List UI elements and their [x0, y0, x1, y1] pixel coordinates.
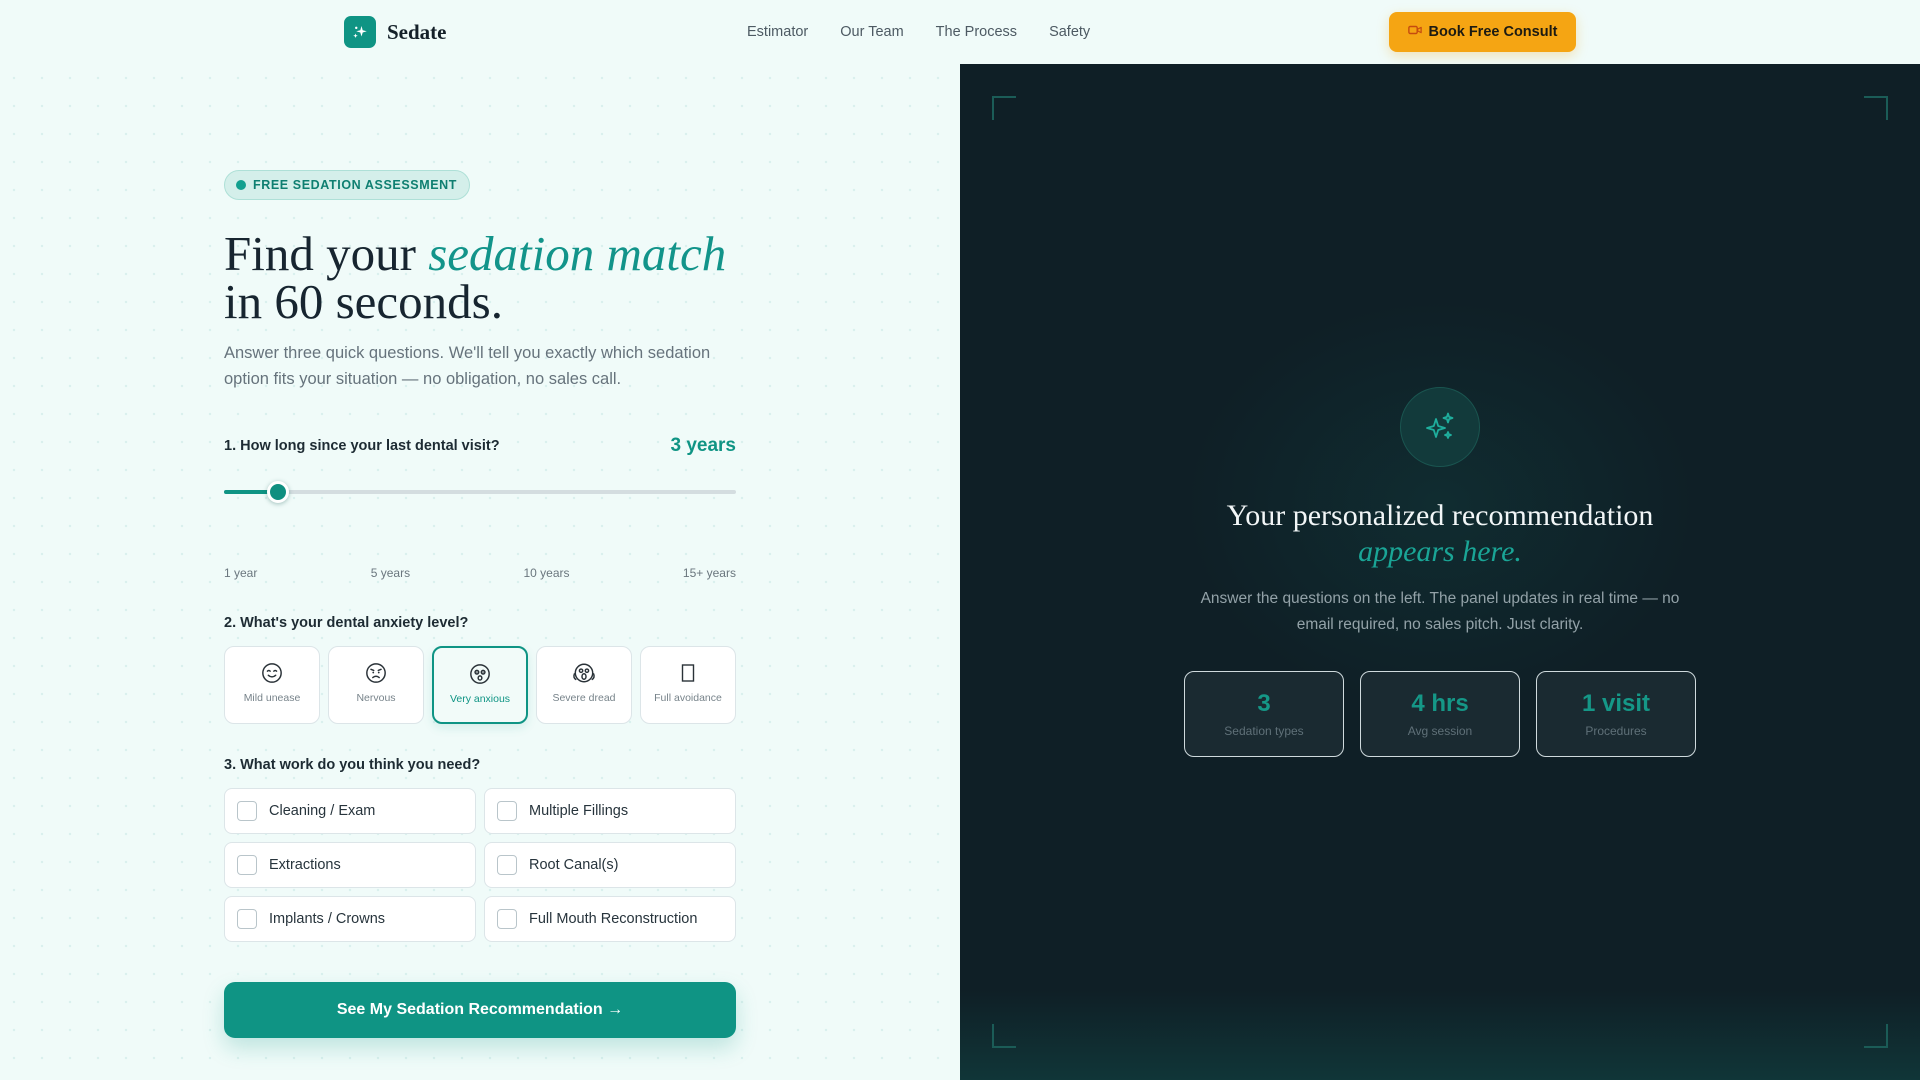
nav-link-estimator[interactable]: Estimator [747, 22, 808, 42]
work-option-multiple-fillings[interactable]: Multiple Fillings [484, 788, 736, 834]
sparkles-icon [1400, 387, 1480, 467]
bottom-glow [960, 990, 1920, 1080]
assessment-badge: FREE SEDATION ASSESSMENT [224, 170, 471, 200]
work-option-label: Full Mouth Reconstruction [529, 911, 698, 927]
stat-label: Avg session [1407, 724, 1473, 738]
stat-value: 3 [1257, 690, 1271, 717]
nav-link-the-process[interactable]: The Process [936, 22, 1017, 42]
slider-tick-labels: 1 year 5 years 10 years 15+ years [224, 566, 736, 580]
work-option-label: Multiple Fillings [529, 803, 629, 819]
stats-row: 3 Sedation types 4 hrs Avg session 1 vis… [1184, 671, 1696, 757]
work-option-cleaning-exam[interactable]: Cleaning / Exam [224, 788, 476, 834]
anxiety-option-label: Mild unease [243, 692, 301, 704]
missing-glyph-icon [676, 661, 700, 685]
work-option-root-canals[interactable]: Root Canal(s) [484, 842, 736, 888]
stat-value: 4 hrs [1411, 690, 1469, 717]
status-dot-icon [236, 180, 246, 190]
corner-bracket [992, 1024, 1016, 1048]
sparkle-icon [344, 16, 376, 48]
slider-thumb[interactable] [266, 481, 289, 503]
page-title-prefix: Find your [224, 226, 429, 281]
anxiety-level-options: Mild unease Nervous Very anxious Severe … [224, 646, 736, 724]
anxiety-option-label: Very anxious [449, 693, 511, 705]
question-1-label: 1. How long since your last dental visit… [224, 438, 500, 454]
work-option-label: Implants / Crowns [269, 911, 386, 927]
brand-logo-link[interactable]: Sedate [344, 16, 447, 48]
stat-label: Procedures [1585, 724, 1647, 738]
work-option-full-mouth-reconstruction[interactable]: Full Mouth Reconstruction [484, 896, 736, 942]
worried-face-icon [364, 661, 388, 685]
nav-link-safety[interactable]: Safety [1049, 22, 1090, 42]
anxiety-option-label: Full avoidance [654, 692, 722, 704]
checkbox[interactable] [237, 801, 257, 821]
nav-link-our-team[interactable]: Our Team [840, 22, 903, 42]
corner-bracket [1864, 1024, 1888, 1048]
video-camera-icon [1407, 24, 1422, 40]
question-3-label: 3. What work do you think you need? [224, 757, 481, 773]
slider-track [224, 490, 736, 494]
stat-card-procedures: 1 visit Procedures [1536, 671, 1696, 757]
years-since-visit-slider[interactable] [224, 481, 736, 503]
stat-label: Sedation types [1224, 724, 1304, 738]
see-recommendation-button[interactable]: See My Sedation Recommendation → [224, 982, 736, 1038]
slider-tick-label: 15+ years [682, 566, 736, 580]
work-option-label: Extractions [269, 857, 341, 873]
checkbox[interactable] [497, 801, 517, 821]
page-intro: Answer three quick questions. We'll tell… [224, 344, 711, 388]
screaming-face-icon [572, 661, 596, 685]
assessment-badge-label: FREE SEDATION ASSESSMENT [253, 178, 458, 192]
recommendation-description: Answer the questions on the left. The pa… [1200, 590, 1680, 633]
top-navigation-bar: Sedate Estimator Our Team The Process Sa… [0, 0, 1920, 64]
anxiety-option-full-avoidance[interactable]: Full avoidance [640, 646, 736, 724]
slider-tick-label: 10 years [523, 566, 570, 580]
stat-card-sedation-types: 3 Sedation types [1184, 671, 1344, 757]
checkbox[interactable] [497, 855, 517, 875]
anxiety-option-label: Nervous [356, 692, 396, 704]
recommendation-title-emphasis: appears here. [1358, 535, 1522, 568]
slider-tick-label: 1 year [224, 566, 258, 580]
corner-bracket [992, 96, 1016, 120]
dental-work-options: Cleaning / Exam Multiple Fillings Extrac… [224, 788, 736, 942]
anxious-face-icon [468, 662, 492, 686]
page-title: Find your sedation match in 60 seconds. [224, 229, 824, 329]
page-title-emphasis: sedation match [428, 226, 727, 281]
checkbox[interactable] [237, 855, 257, 875]
anxiety-option-nervous[interactable]: Nervous [328, 646, 424, 724]
main-nav: Estimator Our Team The Process Safety [747, 22, 1090, 42]
checkbox[interactable] [497, 909, 517, 929]
stat-value: 1 visit [1581, 690, 1651, 717]
work-option-label: Cleaning / Exam [269, 803, 376, 819]
anxiety-option-label: Severe dread [552, 692, 616, 704]
page-title-suffix: in 60 seconds. [224, 274, 503, 329]
anxiety-option-very-anxious[interactable]: Very anxious [432, 646, 528, 724]
book-free-consult-label: Book Free Consult [1428, 24, 1558, 40]
work-option-label: Root Canal(s) [529, 857, 619, 873]
question-2-label: 2. What's your dental anxiety level? [224, 615, 469, 631]
anxiety-option-mild-unease[interactable]: Mild unease [224, 646, 320, 724]
work-option-implants-crowns[interactable]: Implants / Crowns [224, 896, 476, 942]
work-option-extractions[interactable]: Extractions [224, 842, 476, 888]
years-since-visit-value: 3 years [670, 435, 736, 456]
brand-name: Sedate [387, 19, 447, 44]
relieved-face-icon [260, 661, 284, 685]
book-free-consult-button[interactable]: Book Free Consult [1389, 12, 1576, 52]
recommendation-panel: Your personalized recommendation appears… [960, 64, 1920, 1080]
stat-card-avg-session: 4 hrs Avg session [1360, 671, 1520, 757]
assessment-panel: FREE SEDATION ASSESSMENT Find your sedat… [0, 64, 960, 1080]
checkbox[interactable] [237, 909, 257, 929]
anxiety-option-severe-dread[interactable]: Severe dread [536, 646, 632, 724]
corner-bracket [1864, 96, 1888, 120]
slider-tick-label: 5 years [370, 566, 411, 580]
recommendation-title: Your personalized recommendation [1226, 499, 1654, 532]
